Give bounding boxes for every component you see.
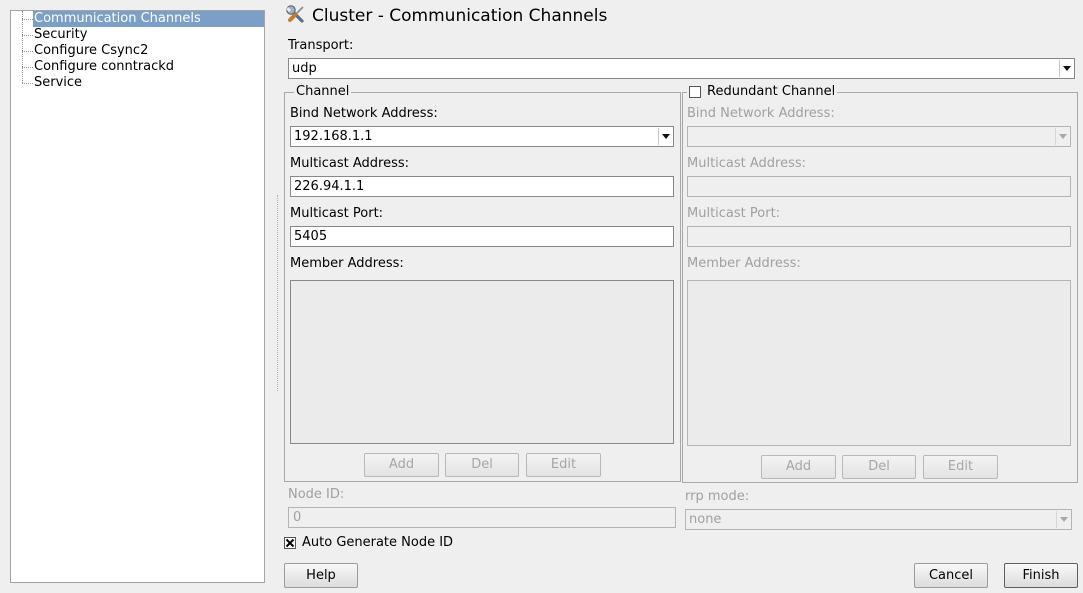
transport-value: udp: [292, 61, 317, 76]
pane-splitter-handle[interactable]: [277, 195, 278, 391]
channel-member-address-list[interactable]: [290, 280, 674, 444]
redundant-channel-label[interactable]: Redundant Channel: [707, 85, 835, 99]
channel-bind-address-value: 192.168.1.1: [294, 129, 373, 144]
redundant-multicast-address-field[interactable]: [687, 176, 1071, 197]
channel-multicast-port-field[interactable]: 5405: [290, 226, 674, 247]
sidebar-item-configure-conntrackd[interactable]: Configure conntrackd: [33, 59, 264, 75]
redundant-bind-address-label: Bind Network Address:: [687, 106, 835, 121]
sidebar-item-label: Configure conntrackd: [34, 59, 175, 74]
sidebar-item-label: Configure Csync2: [34, 43, 149, 58]
rrp-mode-select[interactable]: none: [685, 509, 1072, 530]
tree-branch-line: [22, 67, 33, 68]
auto-generate-node-id-checkbox[interactable]: [284, 537, 296, 549]
help-button[interactable]: Help: [284, 563, 358, 588]
channel-legend: Channel: [294, 84, 352, 99]
node-id-label: Node ID:: [288, 487, 345, 502]
redundant-edit-button[interactable]: Edit: [923, 455, 998, 479]
sidebar-item-service[interactable]: Service: [33, 75, 264, 91]
rrp-mode-value: none: [689, 512, 722, 527]
sidebar-item-label: Service: [34, 75, 83, 90]
channel-multicast-address-field[interactable]: 226.94.1.1: [290, 176, 674, 197]
sidebar-item-configure-csync2[interactable]: Configure Csync2: [33, 43, 264, 59]
chevron-down-icon[interactable]: [1059, 60, 1073, 77]
tree-branch-line: [22, 35, 33, 36]
redundant-channel-legend: Redundant Channel: [687, 85, 838, 99]
channel-add-button[interactable]: Add: [364, 453, 439, 477]
wrench-screwdriver-icon: [285, 4, 307, 26]
redundant-del-button[interactable]: Del: [842, 455, 916, 479]
channel-bind-address-label: Bind Network Address:: [290, 106, 438, 121]
redundant-member-address-list[interactable]: [687, 280, 1071, 446]
channel-multicast-address-value: 226.94.1.1: [294, 179, 365, 194]
node-id-field[interactable]: 0: [288, 507, 676, 528]
redundant-multicast-port-field[interactable]: [687, 226, 1071, 247]
page-title: Cluster - Communication Channels: [312, 6, 608, 26]
tree-guide-line: [22, 11, 23, 83]
redundant-multicast-address-label: Multicast Address:: [687, 156, 807, 171]
tree-branch-line: [22, 19, 33, 20]
redundant-member-address-label: Member Address:: [687, 256, 801, 271]
sidebar-item-label: Communication Channels: [34, 11, 201, 26]
channel-del-button[interactable]: Del: [445, 453, 519, 477]
channel-multicast-address-label: Multicast Address:: [290, 156, 410, 171]
cancel-button[interactable]: Cancel: [914, 563, 988, 588]
channel-member-address-label: Member Address:: [290, 256, 404, 271]
sidebar-item-communication-channels[interactable]: Communication Channels: [33, 11, 264, 27]
node-id-value: 0: [293, 510, 302, 525]
sidebar-item-security[interactable]: Security: [33, 27, 264, 43]
redundant-channel-checkbox[interactable]: [689, 86, 701, 98]
transport-select[interactable]: udp: [288, 58, 1075, 79]
rrp-mode-label: rrp mode:: [685, 489, 750, 504]
chevron-down-icon[interactable]: [1056, 511, 1070, 528]
transport-label: Transport:: [288, 38, 354, 53]
auto-generate-node-id-label[interactable]: Auto Generate Node ID: [302, 536, 453, 550]
tree-branch-line: [22, 83, 33, 84]
chevron-down-icon[interactable]: [1055, 128, 1069, 145]
redundant-multicast-port-label: Multicast Port:: [687, 206, 781, 221]
chevron-down-icon[interactable]: [658, 128, 672, 145]
channel-edit-button[interactable]: Edit: [526, 453, 601, 477]
tree-branch-line: [22, 51, 33, 52]
channel-multicast-port-label: Multicast Port:: [290, 206, 384, 221]
redundant-bind-address-select[interactable]: [687, 126, 1071, 147]
redundant-add-button[interactable]: Add: [761, 455, 836, 479]
channel-multicast-port-value: 5405: [294, 229, 328, 244]
sidebar-tree[interactable]: Communication Channels Security Configur…: [10, 10, 265, 583]
sidebar-item-label: Security: [34, 27, 88, 42]
channel-bind-address-select[interactable]: 192.168.1.1: [290, 126, 674, 147]
finish-button[interactable]: Finish: [1004, 563, 1078, 588]
